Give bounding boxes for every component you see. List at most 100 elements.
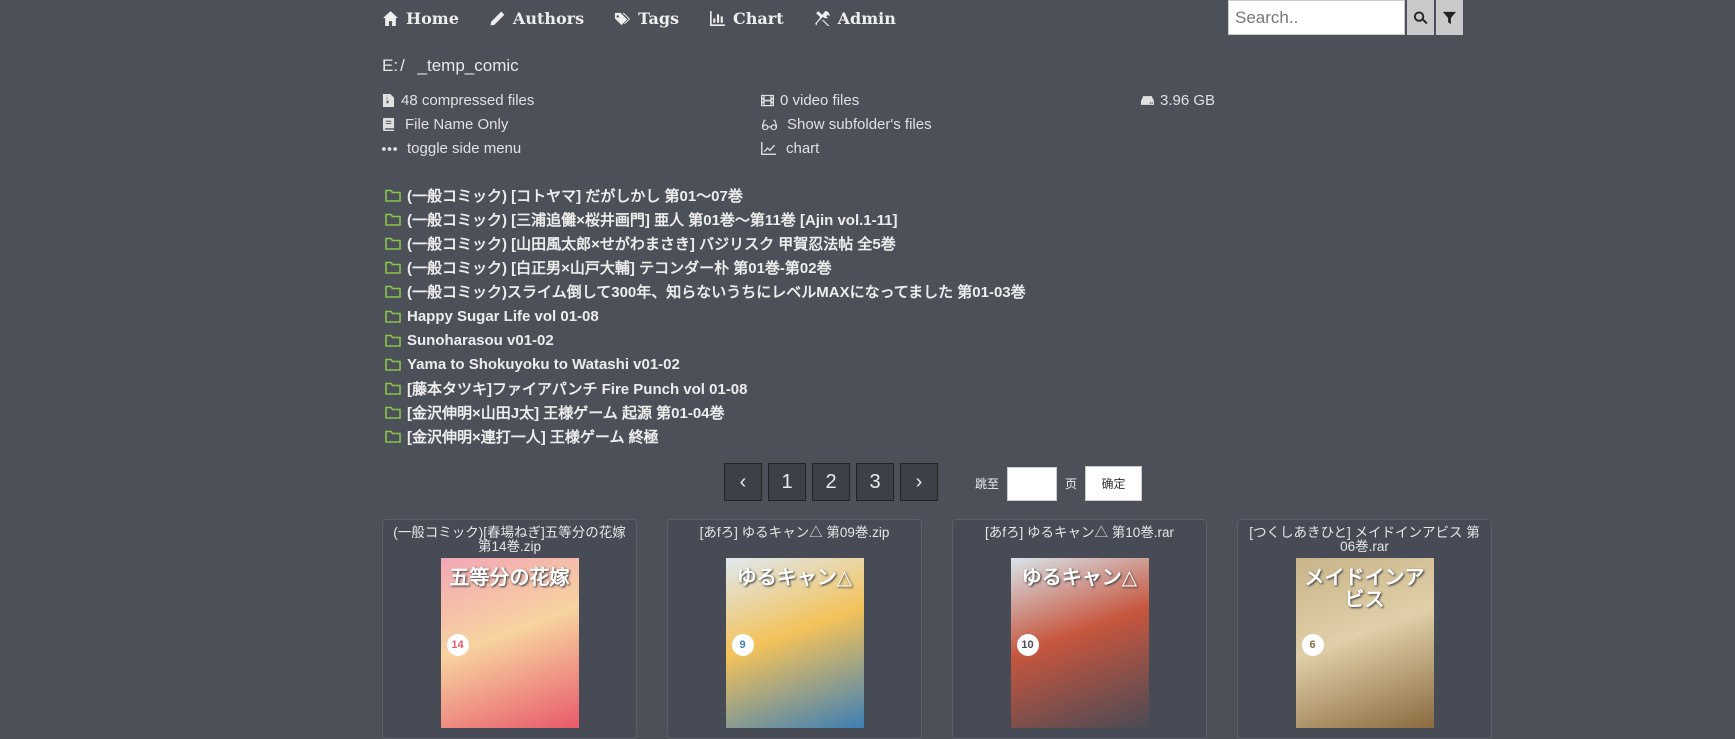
show-subfolder-label: Show subfolder's files bbox=[787, 116, 932, 133]
compressed-count-text: 48 compressed files bbox=[401, 92, 535, 109]
book-card[interactable]: [あfろ] ゆるキャン△ 第09巻.zip ゆるキャン△ 9 bbox=[667, 519, 922, 739]
pencil-icon bbox=[490, 11, 505, 25]
folder-icon bbox=[385, 382, 401, 395]
page-jump-label: 跳至 bbox=[975, 477, 1000, 491]
book-card[interactable]: (一般コミック)[春場ねぎ]五等分の花嫁 第14巻.zip 五等分の花嫁 14 bbox=[382, 519, 637, 739]
book-cover-volume: 6 bbox=[1301, 634, 1324, 656]
filter-icon bbox=[1442, 11, 1457, 24]
folder-icon bbox=[385, 189, 401, 202]
pagination-page-3[interactable]: 3 bbox=[856, 463, 894, 501]
search-icon bbox=[1413, 10, 1428, 24]
nav-tags[interactable]: Tags bbox=[614, 9, 679, 28]
hard-drive-icon bbox=[1141, 96, 1154, 105]
book-cover-title: メイドインアビス bbox=[1304, 565, 1425, 611]
folder-name: (一般コミック) [コトヤマ] だがしかし 第01～07巻 bbox=[407, 187, 743, 205]
pagination-next[interactable]: › bbox=[900, 463, 938, 501]
folder-name: Yama to Shokuyoku to Watashi v01-02 bbox=[407, 355, 680, 373]
toggle-side-menu[interactable]: toggle side menu bbox=[382, 140, 521, 157]
breadcrumb-drive[interactable]: E: bbox=[382, 56, 398, 75]
folder-name: [金沢伸明×山田J太] 王様ゲーム 起源 第01-04巻 bbox=[407, 405, 725, 423]
folder-list: (一般コミック) [コトヤマ] だがしかし 第01～07巻 (一般コミック) [三… bbox=[385, 183, 1026, 449]
book-cover-image[interactable]: ゆるキャン△ 9 bbox=[725, 558, 864, 728]
nav-admin-label: Admin bbox=[837, 8, 896, 28]
breadcrumb-separator: / bbox=[400, 56, 405, 75]
ellipsis-icon bbox=[382, 146, 397, 151]
folder-icon bbox=[385, 213, 401, 226]
nav-home[interactable]: Home bbox=[382, 9, 459, 28]
nav-admin[interactable]: Admin bbox=[814, 9, 896, 28]
search-bar bbox=[1228, 0, 1463, 35]
folder-icon bbox=[385, 431, 401, 444]
pagination-page-1[interactable]: 1 bbox=[768, 463, 806, 501]
book-icon bbox=[382, 118, 395, 131]
folder-item[interactable]: Happy Sugar Life vol 01-08 bbox=[385, 304, 1026, 328]
total-size-text: 3.96 GB bbox=[1160, 92, 1216, 109]
file-name-only-toggle[interactable]: File Name Only bbox=[382, 116, 508, 133]
nav-chart[interactable]: Chart bbox=[709, 9, 784, 28]
filter-button[interactable] bbox=[1436, 0, 1463, 35]
folder-name: [金沢伸明×連打一人] 王様ゲーム 終極 bbox=[407, 429, 659, 447]
book-cover-volume: 9 bbox=[731, 634, 754, 656]
page-jump-input[interactable] bbox=[1007, 466, 1058, 501]
folder-name: (一般コミック)スライム倒して300年、知らないうちにレベルMAXになってました… bbox=[407, 284, 1026, 302]
folder-item[interactable]: (一般コミック) [白正男×山戸大輔] テコンダー朴 第01巻-第02巻 bbox=[385, 256, 1026, 280]
chart-link[interactable]: chart bbox=[761, 140, 819, 157]
book-cover-image[interactable]: メイドインアビス 6 bbox=[1295, 558, 1434, 728]
book-card-title: [あfろ] ゆるキャン△ 第09巻.zip bbox=[699, 525, 890, 540]
pagination: ‹ 1 2 3 › bbox=[724, 463, 938, 501]
folder-name: (一般コミック) [白正男×山戸大輔] テコンダー朴 第01巻-第02巻 bbox=[407, 260, 832, 278]
folder-item[interactable]: Sunoharasou v01-02 bbox=[385, 328, 1026, 352]
search-button[interactable] bbox=[1407, 0, 1434, 35]
book-cover-image[interactable]: 五等分の花嫁 14 bbox=[440, 558, 579, 728]
book-card[interactable]: [つくしあきひと] メイドインアビス 第06巻.rar メイドインアビス 6 bbox=[1237, 519, 1492, 739]
book-cover-image[interactable]: ゆるキャン△ 10 bbox=[1010, 558, 1149, 728]
pagination-prev[interactable]: ‹ bbox=[724, 463, 762, 501]
folder-name: (一般コミック) [山田風太郎×せがわまさき] バジリスク 甲賀忍法帖 全5巻 bbox=[407, 235, 896, 253]
folder-item[interactable]: [金沢伸明×連打一人] 王様ゲーム 終極 bbox=[385, 425, 1026, 449]
video-count-text: 0 video files bbox=[780, 92, 860, 109]
folder-item[interactable]: (一般コミック) [三浦追儺×桜井画門] 亜人 第01巻～第11巻 [Ajin … bbox=[385, 207, 1026, 231]
folder-icon bbox=[385, 334, 401, 347]
folder-item[interactable]: (一般コミック) [コトヤマ] だがしかし 第01～07巻 bbox=[385, 183, 1026, 207]
top-nav: Home Authors Tags Chart Admin bbox=[382, 0, 926, 36]
folder-icon bbox=[385, 406, 401, 420]
folder-name: (一般コミック) [三浦追儺×桜井画門] 亜人 第01巻～第11巻 [Ajin … bbox=[407, 211, 898, 229]
folder-name: Sunoharasou v01-02 bbox=[407, 331, 554, 349]
tags-icon bbox=[615, 12, 631, 25]
line-chart-icon bbox=[761, 142, 776, 155]
page-jump: 跳至 页 确定 bbox=[975, 466, 1143, 501]
folder-item[interactable]: (一般コミック)スライム倒して300年、知らないうちにレベルMAXになってました… bbox=[385, 280, 1026, 304]
folder-item[interactable]: (一般コミック) [山田風太郎×せがわまさき] バジリスク 甲賀忍法帖 全5巻 bbox=[385, 231, 1026, 255]
glasses-icon bbox=[761, 119, 778, 131]
toggle-side-menu-label: toggle side menu bbox=[407, 140, 522, 157]
book-card[interactable]: [あfろ] ゆるキャン△ 第10巻.rar ゆるキャン△ 10 bbox=[952, 519, 1207, 739]
compressed-count: 48 compressed files bbox=[382, 92, 534, 109]
folder-name: Happy Sugar Life vol 01-08 bbox=[407, 307, 599, 325]
book-cover-title: 五等分の花嫁 bbox=[449, 565, 570, 589]
video-count: 0 video files bbox=[761, 92, 859, 109]
file-name-only-label: File Name Only bbox=[405, 116, 509, 133]
nav-authors-label: Authors bbox=[512, 8, 585, 28]
folder-icon bbox=[385, 261, 401, 274]
book-cover-title: ゆるキャン△ bbox=[1021, 565, 1138, 589]
show-subfolder-toggle[interactable]: Show subfolder's files bbox=[761, 116, 932, 133]
breadcrumb-folder[interactable]: _temp_comic bbox=[418, 56, 519, 75]
search-input[interactable] bbox=[1228, 0, 1405, 35]
breadcrumb: E: / _temp_comic bbox=[382, 56, 519, 76]
book-card-title: [あfろ] ゆるキャン△ 第10巻.rar bbox=[984, 525, 1175, 540]
folder-item[interactable]: [金沢伸明×山田J太] 王様ゲーム 起源 第01-04巻 bbox=[385, 401, 1026, 425]
book-card-title: [つくしあきひと] メイドインアビス 第06巻.rar bbox=[1249, 525, 1480, 554]
film-icon bbox=[761, 94, 774, 107]
folder-item[interactable]: [藤本タツキ]ファイアパンチ Fire Punch vol 01-08 bbox=[385, 377, 1026, 401]
nav-authors[interactable]: Authors bbox=[489, 9, 584, 28]
page-jump-confirm-button[interactable]: 确定 bbox=[1085, 466, 1143, 501]
nav-home-label: Home bbox=[406, 8, 459, 28]
bar-chart-icon bbox=[710, 10, 725, 26]
folder-item[interactable]: Yama to Shokuyoku to Watashi v01-02 bbox=[385, 352, 1026, 376]
folder-icon bbox=[385, 286, 401, 299]
pagination-page-2[interactable]: 2 bbox=[812, 463, 850, 501]
folder-icon bbox=[385, 237, 401, 250]
folder-icon bbox=[385, 358, 401, 371]
tools-icon bbox=[814, 10, 830, 26]
nav-chart-label: Chart bbox=[733, 8, 784, 28]
